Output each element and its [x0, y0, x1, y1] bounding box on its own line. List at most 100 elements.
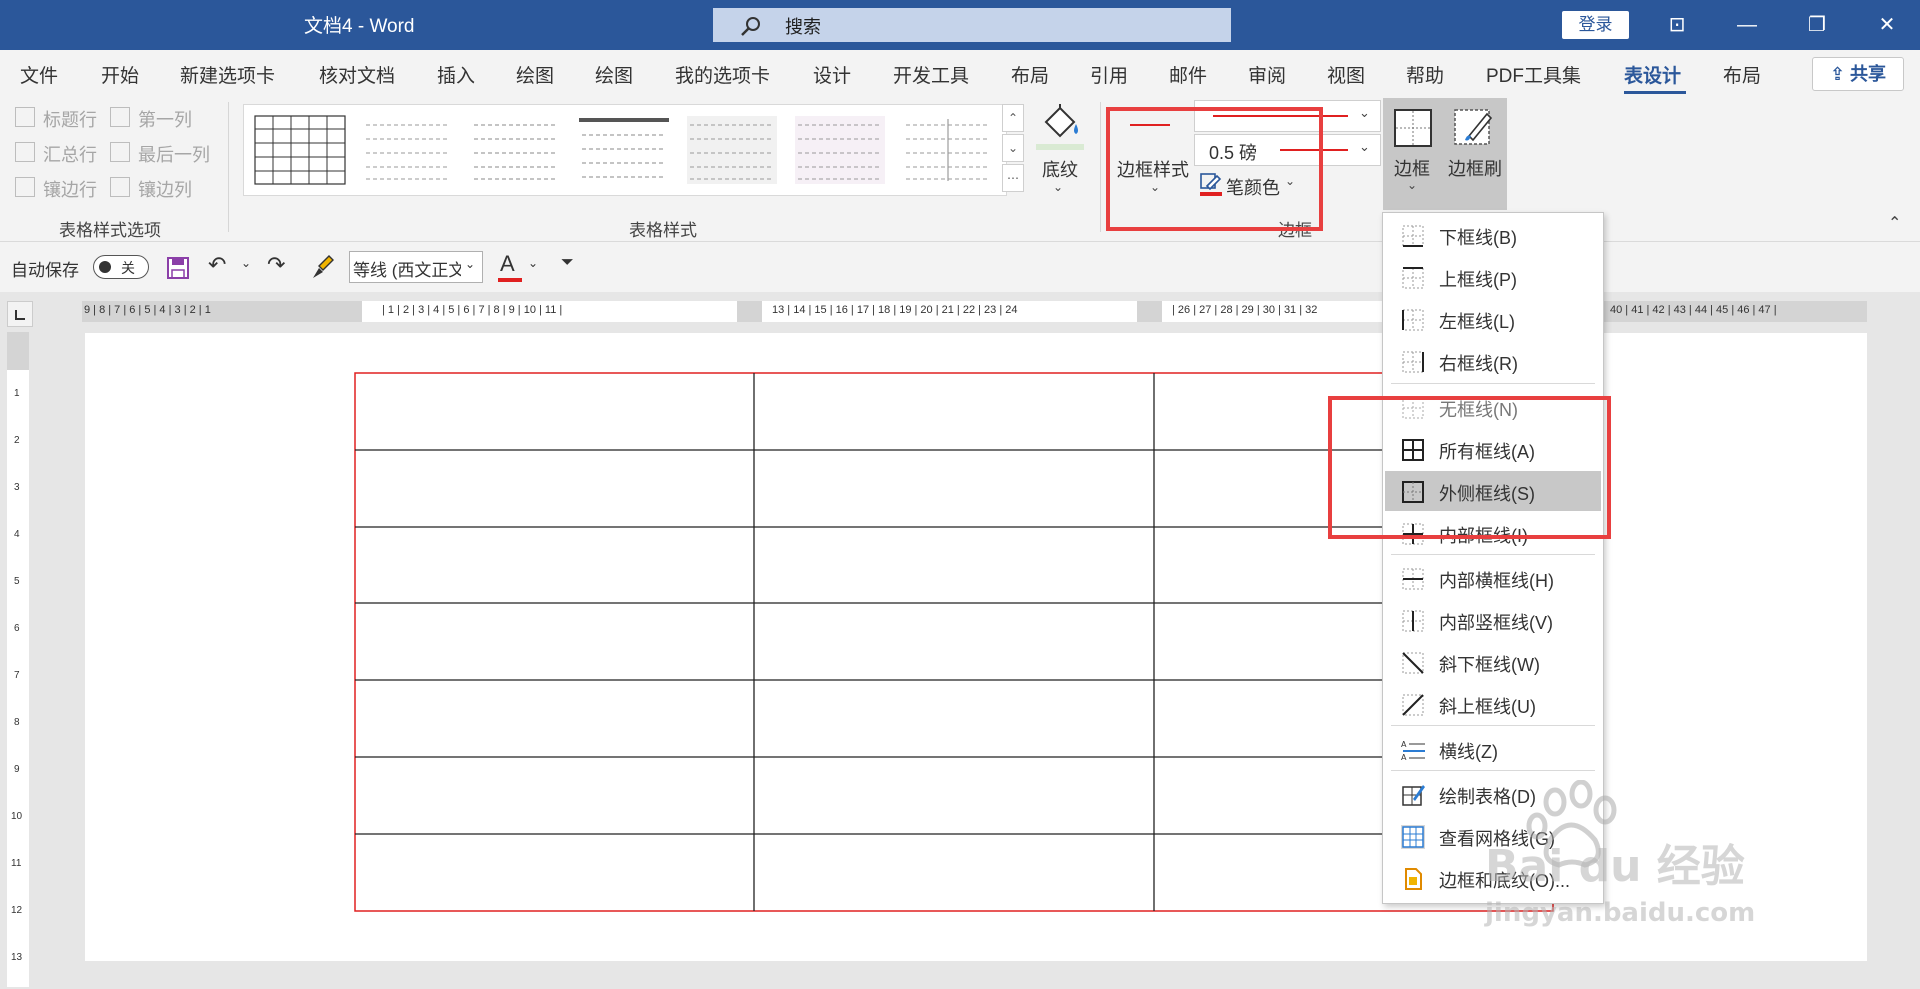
autosave-toggle[interactable]: 关 — [93, 255, 149, 279]
menu-item-left-border[interactable]: 左框线(L) — [1383, 299, 1603, 339]
header-row-checkbox[interactable] — [15, 107, 35, 127]
ruler-v-number: 11 — [11, 858, 22, 869]
tab-layout[interactable]: 布局 — [1011, 61, 1049, 88]
table-styles-gallery[interactable] — [243, 104, 1007, 196]
share-button[interactable]: ⇪ 共享 — [1812, 57, 1904, 91]
table-style-shaded-icon[interactable] — [686, 115, 778, 185]
tab-draw-1[interactable]: 绘图 — [516, 61, 554, 88]
minimize-button[interactable]: — — [1719, 0, 1775, 50]
menu-item-inside-horizontal[interactable]: 内部横框线(H) — [1383, 558, 1603, 598]
tab-selector-icon[interactable] — [7, 301, 33, 327]
collapse-ribbon-icon[interactable]: ⌃ — [1888, 213, 1901, 233]
tab-table-design[interactable]: 表设计 — [1624, 61, 1681, 88]
ruler-numbers-mid1: | 1 | 2 | 3 | 4 | 5 | 6 | 7 | 8 | 9 | 10… — [382, 304, 563, 316]
menu-item-diagonal-down[interactable]: 斜下框线(W) — [1383, 642, 1603, 682]
table-style-grid-icon[interactable] — [254, 115, 346, 185]
undo-icon[interactable]: ↶ — [208, 252, 226, 278]
tab-review[interactable]: 审阅 — [1248, 61, 1286, 88]
gallery-scroll-up-icon[interactable]: ⌃ — [1002, 104, 1024, 132]
tab-references[interactable]: 引用 — [1090, 61, 1128, 88]
watermark-url: jingyan.baidu.com — [1485, 898, 1756, 928]
redo-icon[interactable]: ↷ — [267, 252, 285, 278]
tab-home[interactable]: 开始 — [101, 61, 139, 88]
ribbon-tabs: 文件 开始 新建选项卡 核对文档 插入 绘图 绘图 我的选项卡 设计 开发工具 … — [0, 50, 1920, 96]
last-column-checkbox[interactable] — [110, 142, 130, 162]
menu-item-right-border[interactable]: 右框线(R) — [1383, 341, 1603, 381]
menu-item-inside-vertical[interactable]: 内部竖框线(V) — [1383, 600, 1603, 640]
vertical-ruler[interactable]: 1 2 3 4 5 6 7 8 9 10 11 12 13 — [7, 332, 29, 987]
ruler-v-number: 13 — [11, 952, 23, 963]
watermark-brand: Bai du 经验 — [1485, 841, 1745, 892]
font-color-icon[interactable]: A — [500, 251, 515, 277]
table-style-tinted-icon[interactable] — [794, 115, 886, 185]
banded-rows-checkbox[interactable] — [15, 177, 35, 197]
table-style-banded-icon[interactable] — [578, 115, 670, 185]
right-border-icon — [1402, 351, 1424, 373]
menu-label: 斜下框线(W) — [1439, 655, 1540, 675]
search-box[interactable]: 搜索 — [713, 8, 1231, 42]
tab-table-layout[interactable]: 布局 — [1723, 61, 1761, 88]
svg-text:A: A — [1401, 740, 1407, 749]
gallery-scroll-down-icon[interactable]: ⌄ — [1002, 134, 1024, 162]
ruler-v-number: 3 — [14, 482, 20, 493]
top-border-icon — [1402, 267, 1424, 289]
save-icon[interactable] — [166, 256, 190, 280]
menu-item-diagonal-up[interactable]: 斜上框线(U) — [1383, 684, 1603, 724]
table-styles-group-label: 表格样式 — [629, 221, 697, 240]
tab-mailings[interactable]: 邮件 — [1169, 61, 1207, 88]
diagonal-down-border-icon — [1402, 652, 1424, 674]
maximize-button[interactable]: ❐ — [1789, 0, 1845, 50]
format-painter-icon[interactable] — [309, 254, 335, 280]
search-placeholder: 搜索 — [785, 17, 821, 37]
menu-item-horizontal-line[interactable]: AA 横线(Z) — [1383, 729, 1603, 769]
tab-pdf-tools[interactable]: PDF工具集 — [1486, 61, 1581, 88]
share-label: 共享 — [1850, 64, 1887, 84]
table-style-plain-icon[interactable] — [362, 115, 454, 185]
tab-design[interactable]: 设计 — [813, 61, 851, 88]
view-gridlines-icon — [1401, 825, 1425, 849]
tab-insert[interactable]: 插入 — [437, 61, 475, 88]
tab-new-tab[interactable]: 新建选项卡 — [180, 61, 275, 88]
title-bar: 文档4 - Word 搜索 登录 ⊡ — ❐ ✕ — [0, 0, 1920, 50]
first-column-checkbox[interactable] — [110, 107, 130, 127]
menu-item-bottom-border[interactable]: 下框线(B) — [1383, 215, 1603, 255]
tab-file[interactable]: 文件 — [20, 61, 58, 88]
font-color-chevron-icon[interactable]: ⌄ — [528, 256, 538, 270]
customize-toolbar-icon[interactable]: ⏷ — [561, 254, 574, 272]
ruler-v-number: 10 — [11, 811, 23, 822]
total-row-checkbox[interactable] — [15, 142, 35, 162]
banded-columns-checkbox[interactable] — [110, 177, 130, 197]
tab-my-tab[interactable]: 我的选项卡 — [675, 61, 770, 88]
tab-developer[interactable]: 开发工具 — [893, 61, 969, 88]
menu-label: 下框线(B) — [1439, 228, 1517, 248]
ruler-v-number: 4 — [14, 529, 20, 540]
ruler-v-number: 8 — [14, 717, 20, 728]
ruler-numbers-left: 9 | 8 | 7 | 6 | 5 | 4 | 3 | 2 | 1 — [84, 304, 211, 316]
ribbon-display-options-icon[interactable]: ⊡ — [1649, 0, 1705, 50]
header-row-label: 标题行 — [43, 110, 97, 130]
gallery-more-icon[interactable]: ⋯ — [1002, 164, 1024, 192]
banded-columns-label: 镶边列 — [138, 180, 192, 200]
document-title: 文档4 - Word — [304, 16, 415, 37]
diagonal-up-border-icon — [1402, 694, 1424, 716]
paint-bucket-icon[interactable] — [1038, 102, 1084, 148]
tab-view[interactable]: 视图 — [1327, 61, 1365, 88]
borders-button-pressed-area[interactable]: 边框 ⌄ 边框刷 — [1383, 98, 1507, 210]
font-name-box[interactable]: 等线 (西文正文 ⌄ — [349, 251, 483, 283]
ruler-v-number: 12 — [11, 905, 23, 916]
svg-text:A: A — [1401, 753, 1407, 762]
tab-help[interactable]: 帮助 — [1406, 61, 1444, 88]
close-button[interactable]: ✕ — [1859, 0, 1915, 50]
ruler-v-top-margin — [7, 332, 29, 370]
table-style-light-icon[interactable] — [470, 115, 562, 185]
autosave-state: 关 — [121, 260, 135, 276]
shading-dropdown-chevron-icon[interactable]: ⌄ — [1053, 180, 1063, 194]
share-icon: ⇪ — [1829, 64, 1846, 84]
table-style-column-icon[interactable] — [902, 115, 994, 185]
tab-review-doc[interactable]: 核对文档 — [319, 61, 395, 88]
shading-label[interactable]: 底纹 — [1042, 156, 1078, 182]
login-button[interactable]: 登录 — [1562, 11, 1629, 39]
tab-draw-2[interactable]: 绘图 — [595, 61, 633, 88]
undo-dropdown-chevron-icon[interactable]: ⌄ — [241, 256, 251, 270]
menu-item-top-border[interactable]: 上框线(P) — [1383, 257, 1603, 297]
